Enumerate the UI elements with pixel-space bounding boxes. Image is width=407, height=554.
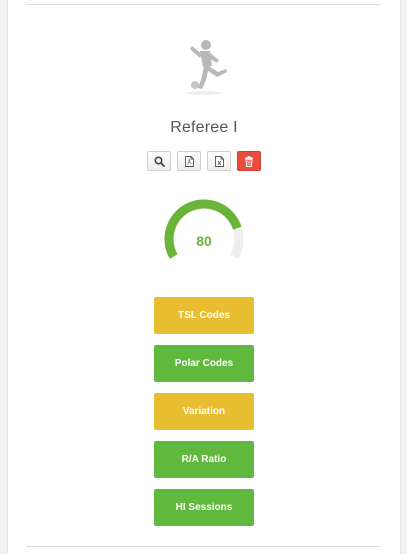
export-excel-button[interactable] <box>207 151 231 171</box>
delete-button[interactable] <box>237 151 261 171</box>
tsl-codes-button[interactable]: TSL Codes <box>154 297 254 334</box>
polar-codes-button[interactable]: Polar Codes <box>154 345 254 382</box>
referee-card: Referee I 80 TSL Codes Polar Codes Varia… <box>7 0 401 554</box>
action-toolbar <box>147 151 261 173</box>
bottom-divider <box>26 546 380 547</box>
player-kicking-ball-icon <box>174 36 234 96</box>
variation-button[interactable]: Variation <box>154 393 254 430</box>
trash-icon <box>244 155 254 167</box>
search-icon <box>153 155 165 167</box>
referee-name: Referee I <box>170 119 238 136</box>
pdf-file-icon <box>184 155 194 167</box>
top-divider <box>26 4 380 5</box>
search-button[interactable] <box>147 151 171 171</box>
hi-sessions-button[interactable]: HI Sessions <box>154 489 254 526</box>
excel-file-icon <box>214 155 224 167</box>
gauge-value: 80 <box>196 233 212 249</box>
export-pdf-button[interactable] <box>177 151 201 171</box>
ra-ratio-button[interactable]: R/A Ratio <box>154 441 254 478</box>
